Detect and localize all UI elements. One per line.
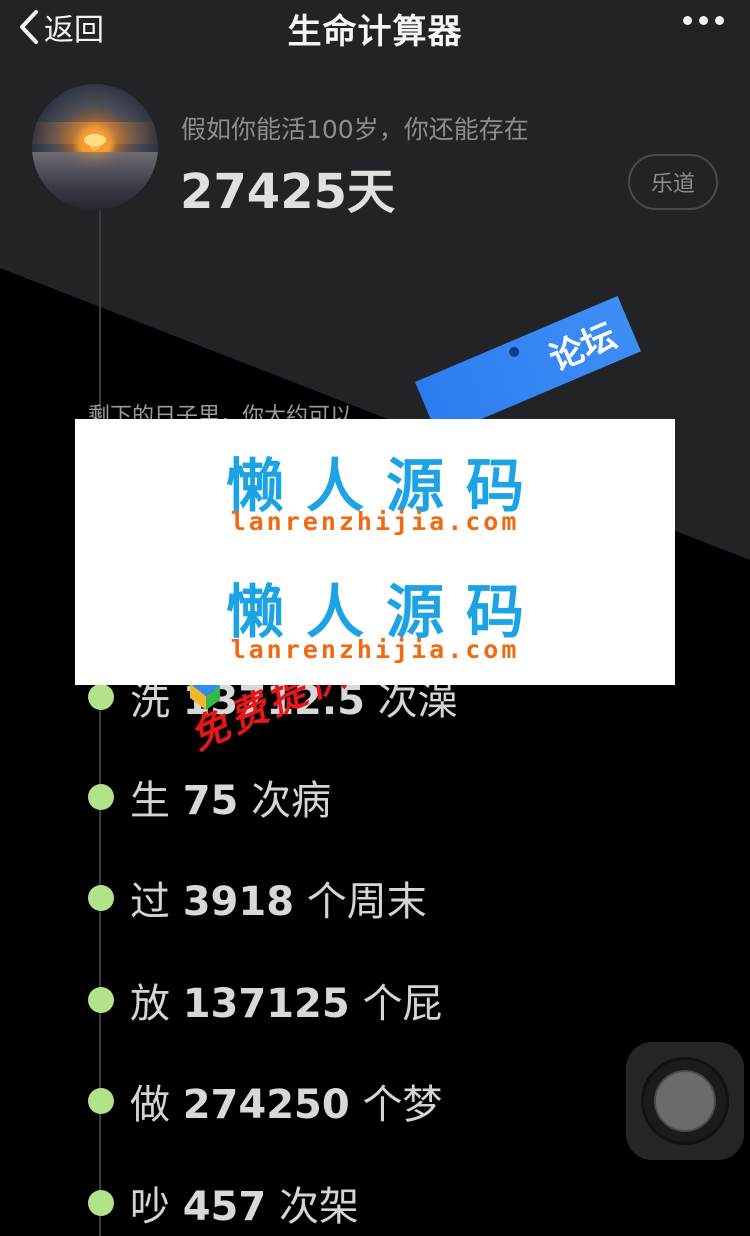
avatar[interactable] [32, 84, 158, 210]
watermark-overlay: 懒人源码 lanrenzhijia.com 懒人源码 lanrenzhijia.… [75, 419, 675, 685]
more-dot-icon [699, 16, 708, 25]
days-remaining: 27425天 [180, 152, 395, 222]
item-text: 生 75 次病 [130, 778, 332, 824]
list-item: 放 137125 个屁 [88, 975, 442, 1027]
page-title: 生命计算器 [287, 12, 463, 52]
nav-bar: 返回 生命计算器 [0, 0, 750, 56]
bullet-dot-icon [88, 987, 114, 1013]
assistive-touch-button[interactable] [626, 1042, 744, 1160]
item-text: 吵 457 次架 [130, 1184, 359, 1230]
assistive-touch-icon [641, 1057, 729, 1145]
pin-icon [507, 345, 521, 359]
bullet-dot-icon [88, 684, 114, 710]
list-item: 做 274250 个梦 [88, 1076, 442, 1128]
list-item: 过 3918 个周末 [88, 873, 427, 925]
item-text: 过 3918 个周末 [130, 879, 427, 925]
days-unit: 天 [347, 164, 396, 220]
list-item: 吵 457 次架 [88, 1178, 359, 1230]
more-dot-icon [683, 16, 692, 25]
watermark-en-1: lanrenzhijia.com [230, 507, 520, 536]
item-text: 做 274250 个梦 [130, 1082, 443, 1128]
tag-button[interactable]: 乐道 [628, 154, 718, 210]
days-value: 27425 [180, 164, 347, 220]
more-dot-icon [715, 16, 724, 25]
watermark-en-2: lanrenzhijia.com [230, 635, 520, 664]
more-button[interactable] [683, 16, 724, 25]
life-subtitle: 假如你能活100岁，你还能存在 [181, 115, 529, 144]
bullet-dot-icon [88, 885, 114, 911]
item-text: 放 137125 个屁 [130, 981, 443, 1027]
list-item: 生 75 次病 [88, 772, 331, 824]
bullet-dot-icon [88, 1088, 114, 1114]
bullet-dot-icon [88, 1190, 114, 1216]
bullet-dot-icon [88, 784, 114, 810]
